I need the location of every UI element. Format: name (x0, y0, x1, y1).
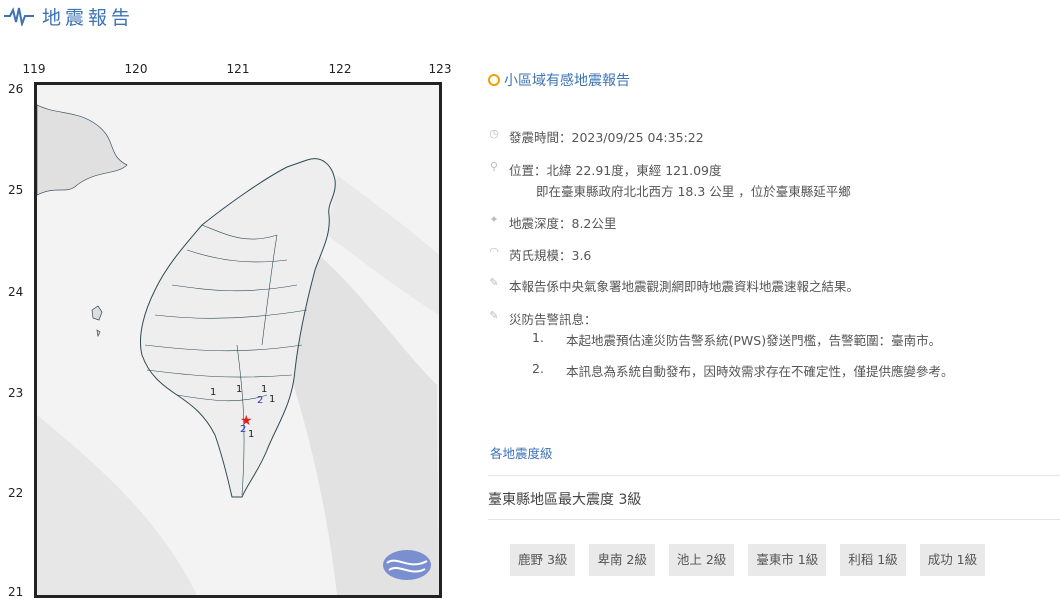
alert-icon: ✎ (489, 309, 499, 322)
pws-row: ✎ 災防告警訊息： (488, 309, 597, 328)
map-relief: 1 1 1 2 1 2 1 ★ (37, 85, 439, 595)
lat-tick: 26 (8, 82, 24, 96)
magnitude-row: ◠ 芮氏規模：3.6 (488, 245, 591, 264)
location-row: ⚲ 位置：北緯 22.91度，東經 121.09度 (488, 160, 722, 179)
intensity-label: 1 (269, 394, 275, 405)
time-row: ◷ 發震時間：2023/09/25 04:35:22 (488, 127, 704, 146)
pws-item-text: 本訊息為系統自動發布，因時效需求存在不確定性，僅提供應變參考。 (566, 364, 954, 379)
pws-item-num: 1. (532, 330, 544, 345)
lat-tick: 24 (8, 285, 24, 299)
magnitude-icon: ◠ (489, 245, 499, 258)
lon-tick: 120 (124, 62, 148, 76)
grade-chip[interactable]: 利稻 1級 (840, 544, 906, 576)
intensity-label: 1 (261, 384, 267, 395)
intensity-label: 1 (248, 429, 254, 440)
pws-item-num: 2. (532, 361, 544, 376)
lat-tick: 23 (8, 386, 24, 400)
map-canvas: 1 1 1 2 1 2 1 ★ (34, 82, 442, 598)
divider (488, 475, 1060, 476)
lon-tick: 123 (428, 62, 452, 76)
circle-marker-icon (488, 74, 500, 86)
time-text: 發震時間：2023/09/25 04:35:22 (509, 130, 704, 145)
location-sub: 即在臺東縣政府北北西方 18.3 公里 ，位於臺東縣延平鄉 (536, 184, 851, 199)
intensity-label: 1 (236, 384, 242, 395)
note-icon: ✎ (489, 276, 499, 289)
grade-chip[interactable]: 池上 2級 (668, 544, 735, 576)
lat-tick: 25 (8, 183, 24, 197)
seismograph-icon (4, 7, 34, 26)
grade-chip[interactable]: 鹿野 3級 (510, 544, 576, 576)
report-title: 小區域有感地震報告 (488, 70, 630, 90)
page-header: 地震報告 (4, 0, 134, 32)
intensity-label: 2 (257, 395, 263, 406)
epicenter-star-icon: ★ (240, 413, 253, 429)
pws-title: 災防告警訊息： (509, 312, 597, 327)
location-pin-icon: ⚲ (489, 160, 499, 173)
lat-tick: 21 (8, 585, 24, 599)
depth-row: ✦ 地震深度：8.2公里 (488, 213, 616, 232)
grade-chip[interactable]: 卑南 2級 (589, 544, 655, 576)
cwa-logo (383, 550, 431, 580)
grade-chip[interactable]: 成功 1級 (919, 544, 986, 576)
lon-tick: 122 (328, 62, 352, 76)
pws-item-text: 本起地震預估達災防告警系統(PWS)發送門檻，告警範圍：臺南市。 (566, 333, 942, 348)
source-text: 本報告係中央氣象署地震觀測網即時地震資料地震速報之結果。 (509, 279, 860, 294)
clock-icon: ◷ (489, 127, 499, 140)
depth-icon: ✦ (489, 213, 499, 226)
intensity-label: 1 (210, 387, 216, 398)
earthquake-map: 119 120 121 122 123 26 25 24 23 22 21 1 … (8, 62, 452, 599)
grade-chip[interactable]: 臺東市 1級 (748, 544, 827, 576)
max-intensity: 臺東縣地區最大震度 3級 (488, 492, 642, 508)
grades-title[interactable]: 各地震度級 (490, 443, 553, 462)
location-text: 位置：北緯 22.91度，東經 121.09度 (509, 163, 722, 178)
lat-tick: 22 (8, 486, 24, 500)
lon-tick: 119 (22, 62, 46, 76)
report-title-text: 小區域有感地震報告 (504, 73, 630, 89)
source-row: ✎ 本報告係中央氣象署地震觀測網即時地震資料地震速報之結果。 (488, 276, 859, 295)
divider (488, 519, 1060, 520)
magnitude-text: 芮氏規模：3.6 (509, 248, 592, 263)
page-title: 地震報告 (42, 6, 135, 29)
depth-text: 地震深度：8.2公里 (509, 216, 617, 231)
lon-tick: 121 (226, 62, 250, 76)
grade-list: 鹿野 3級 卑南 2級 池上 2級 臺東市 1級 利稻 1級 成功 1級 (510, 544, 986, 576)
